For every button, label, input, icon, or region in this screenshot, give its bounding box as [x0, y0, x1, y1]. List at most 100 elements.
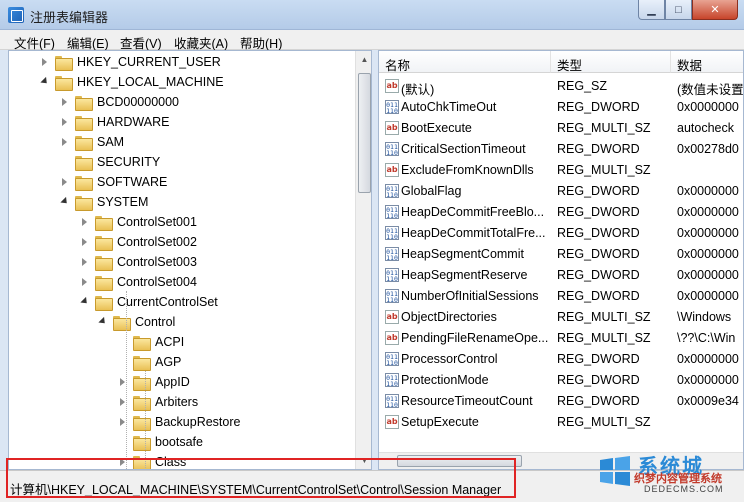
value-row[interactable]: 011 110 NumberOfInitialSessions REG_DWORD 0…: [379, 286, 743, 307]
collapsed-arrow-icon[interactable]: [59, 96, 71, 108]
registry-key-tree[interactable]: HKEY_CURRENT_USER HKEY_LOCAL_MACHINE BCD00…: [8, 50, 372, 470]
value-data: 0x0009e34: [677, 394, 739, 408]
title-bar[interactable]: 注册表编辑器 ▁ □ ✕: [0, 0, 744, 30]
expanded-arrow-icon[interactable]: [97, 316, 109, 328]
value-type: REG_DWORD: [557, 184, 640, 198]
value-row[interactable]: ab SetupExecute REG_MULTI_SZ: [379, 412, 743, 433]
minimize-button[interactable]: ▁: [638, 0, 665, 20]
watermark-url: DEDECMS.COM: [644, 484, 724, 494]
tree-node[interactable]: HKEY_CURRENT_USER: [39, 52, 221, 72]
tree-guide-line: [145, 371, 146, 469]
tree-node-label: Control: [135, 315, 176, 329]
tree-vertical-scrollbar[interactable]: ▲ ▼: [355, 51, 371, 469]
value-row[interactable]: 011 110 ResourceTimeoutCount REG_DWORD 0x00…: [379, 391, 743, 412]
tree-node[interactable]: ControlSet002: [79, 232, 197, 252]
expanded-arrow-icon[interactable]: [39, 76, 51, 88]
value-row[interactable]: 011 110 HeapDeCommitFreeBlo... REG_DWORD 0x…: [379, 202, 743, 223]
value-row[interactable]: 011 110 HeapDeCommitTotalFre... REG_DWORD 0…: [379, 223, 743, 244]
value-data: 0x0000000: [677, 205, 739, 219]
tree-node[interactable]: SYSTEM: [59, 192, 148, 212]
tree-node-label: bootsafe: [155, 435, 203, 449]
folder-icon: [75, 115, 93, 131]
collapsed-arrow-icon[interactable]: [79, 236, 91, 248]
tree-node[interactable]: bootsafe: [117, 432, 203, 452]
collapsed-arrow-icon[interactable]: [39, 56, 51, 68]
tree-scroll-thumb[interactable]: [358, 73, 371, 193]
value-type: REG_DWORD: [557, 289, 640, 303]
collapsed-arrow-icon[interactable]: [79, 216, 91, 228]
column-header-type[interactable]: 类型: [551, 51, 671, 73]
value-row[interactable]: 011 110 GlobalFlag REG_DWORD 0x0000000: [379, 181, 743, 202]
menu-bar: 文件(F) 编辑(E) 查看(V) 收藏夹(A) 帮助(H): [0, 30, 744, 51]
tree-node-label: HKEY_LOCAL_MACHINE: [77, 75, 224, 89]
value-row[interactable]: 011 110 ProcessorControl REG_DWORD 0x000000…: [379, 349, 743, 370]
collapsed-arrow-icon[interactable]: [117, 376, 129, 388]
collapsed-arrow-icon[interactable]: [117, 416, 129, 428]
collapsed-arrow-icon[interactable]: [59, 116, 71, 128]
tree-node[interactable]: SAM: [59, 132, 124, 152]
tree-node-label: ControlSet001: [117, 215, 197, 229]
collapsed-arrow-icon[interactable]: [59, 136, 71, 148]
column-header-data[interactable]: 数据: [671, 51, 743, 73]
tree-node[interactable]: SECURITY: [59, 152, 160, 172]
value-row[interactable]: ab PendingFileRenameOpe... REG_MULTI_SZ \??…: [379, 328, 743, 349]
tree-node[interactable]: CurrentControlSet: [79, 292, 218, 312]
value-name: BootExecute: [401, 121, 472, 135]
scroll-up-arrow-icon[interactable]: ▲: [356, 51, 371, 68]
folder-icon: [133, 435, 151, 451]
collapsed-arrow-icon[interactable]: [59, 176, 71, 188]
tree-node-label: ControlSet003: [117, 255, 197, 269]
tree-node[interactable]: SOFTWARE: [59, 172, 167, 192]
binary-value-icon: 011 110: [385, 226, 399, 241]
folder-icon: [95, 295, 113, 311]
tree-node[interactable]: AppID: [117, 372, 190, 392]
tree-node[interactable]: HKEY_LOCAL_MACHINE: [39, 72, 224, 92]
tree-node[interactable]: Arbiters: [117, 392, 198, 412]
value-row[interactable]: ab BootExecute REG_MULTI_SZ autocheck: [379, 118, 743, 139]
tree-node[interactable]: ControlSet004: [79, 272, 197, 292]
value-name: ResourceTimeoutCount: [401, 394, 533, 408]
value-row[interactable]: 011 110 HeapSegmentCommit REG_DWORD 0x00000…: [379, 244, 743, 265]
value-data: 0x0000000: [677, 247, 739, 261]
value-row[interactable]: 011 110 CriticalSectionTimeout REG_DWORD 0x…: [379, 139, 743, 160]
tree-node[interactable]: ControlSet001: [79, 212, 197, 232]
value-row[interactable]: 011 110 HeapSegmentReserve REG_DWORD 0x0000…: [379, 265, 743, 286]
value-row[interactable]: 011 110 ProtectionMode REG_DWORD 0x0000000: [379, 370, 743, 391]
expanded-arrow-icon[interactable]: [79, 296, 91, 308]
value-name: HeapDeCommitTotalFre...: [401, 226, 546, 240]
value-type: REG_SZ: [557, 79, 608, 93]
value-data: 0x00278d0: [677, 142, 739, 156]
value-row[interactable]: ab (默认) REG_SZ (数值未设置): [379, 76, 743, 97]
site-watermark: 系统城 织梦内容管理系统 DEDECMS.COM: [594, 448, 744, 502]
value-data: 0x0000000: [677, 268, 739, 282]
tree-node[interactable]: BCD00000000: [59, 92, 179, 112]
tree-node[interactable]: HARDWARE: [59, 112, 169, 132]
value-row[interactable]: ab ExcludeFromKnownDlls REG_MULTI_SZ: [379, 160, 743, 181]
tree-node[interactable]: ACPI: [117, 332, 184, 352]
string-value-icon: ab: [385, 310, 399, 324]
value-row[interactable]: 011 110 AutoChkTimeOut REG_DWORD 0x0000000: [379, 97, 743, 118]
tree-node-label: SECURITY: [97, 155, 161, 169]
tree-node[interactable]: Control: [97, 312, 175, 332]
value-data: 0x0000000: [677, 373, 739, 387]
folder-icon: [75, 155, 93, 171]
collapsed-arrow-icon[interactable]: [79, 276, 91, 288]
string-value-icon: ab: [385, 415, 399, 429]
registry-values-list[interactable]: 名称 类型 数据 ab (默认) REG_SZ (数值未设置) 011 110 AutoC…: [378, 50, 744, 470]
maximize-button[interactable]: □: [665, 0, 692, 20]
collapsed-arrow-icon[interactable]: [117, 396, 129, 408]
column-header-name[interactable]: 名称: [379, 51, 551, 73]
value-name: AutoChkTimeOut: [401, 100, 497, 114]
tree-node[interactable]: ControlSet003: [79, 252, 197, 272]
tree-guide-line: [126, 291, 127, 469]
path-highlight-box: [6, 458, 516, 498]
close-button[interactable]: ✕: [692, 0, 738, 20]
folder-icon: [55, 75, 73, 91]
collapsed-arrow-icon[interactable]: [79, 256, 91, 268]
value-row[interactable]: ab ObjectDirectories REG_MULTI_SZ \Windows: [379, 307, 743, 328]
binary-value-icon: 011 110: [385, 352, 399, 367]
regedit-app-icon: [8, 7, 24, 23]
tree-node[interactable]: BackupRestore: [117, 412, 240, 432]
value-type: REG_MULTI_SZ: [557, 415, 651, 429]
expanded-arrow-icon[interactable]: [59, 196, 71, 208]
